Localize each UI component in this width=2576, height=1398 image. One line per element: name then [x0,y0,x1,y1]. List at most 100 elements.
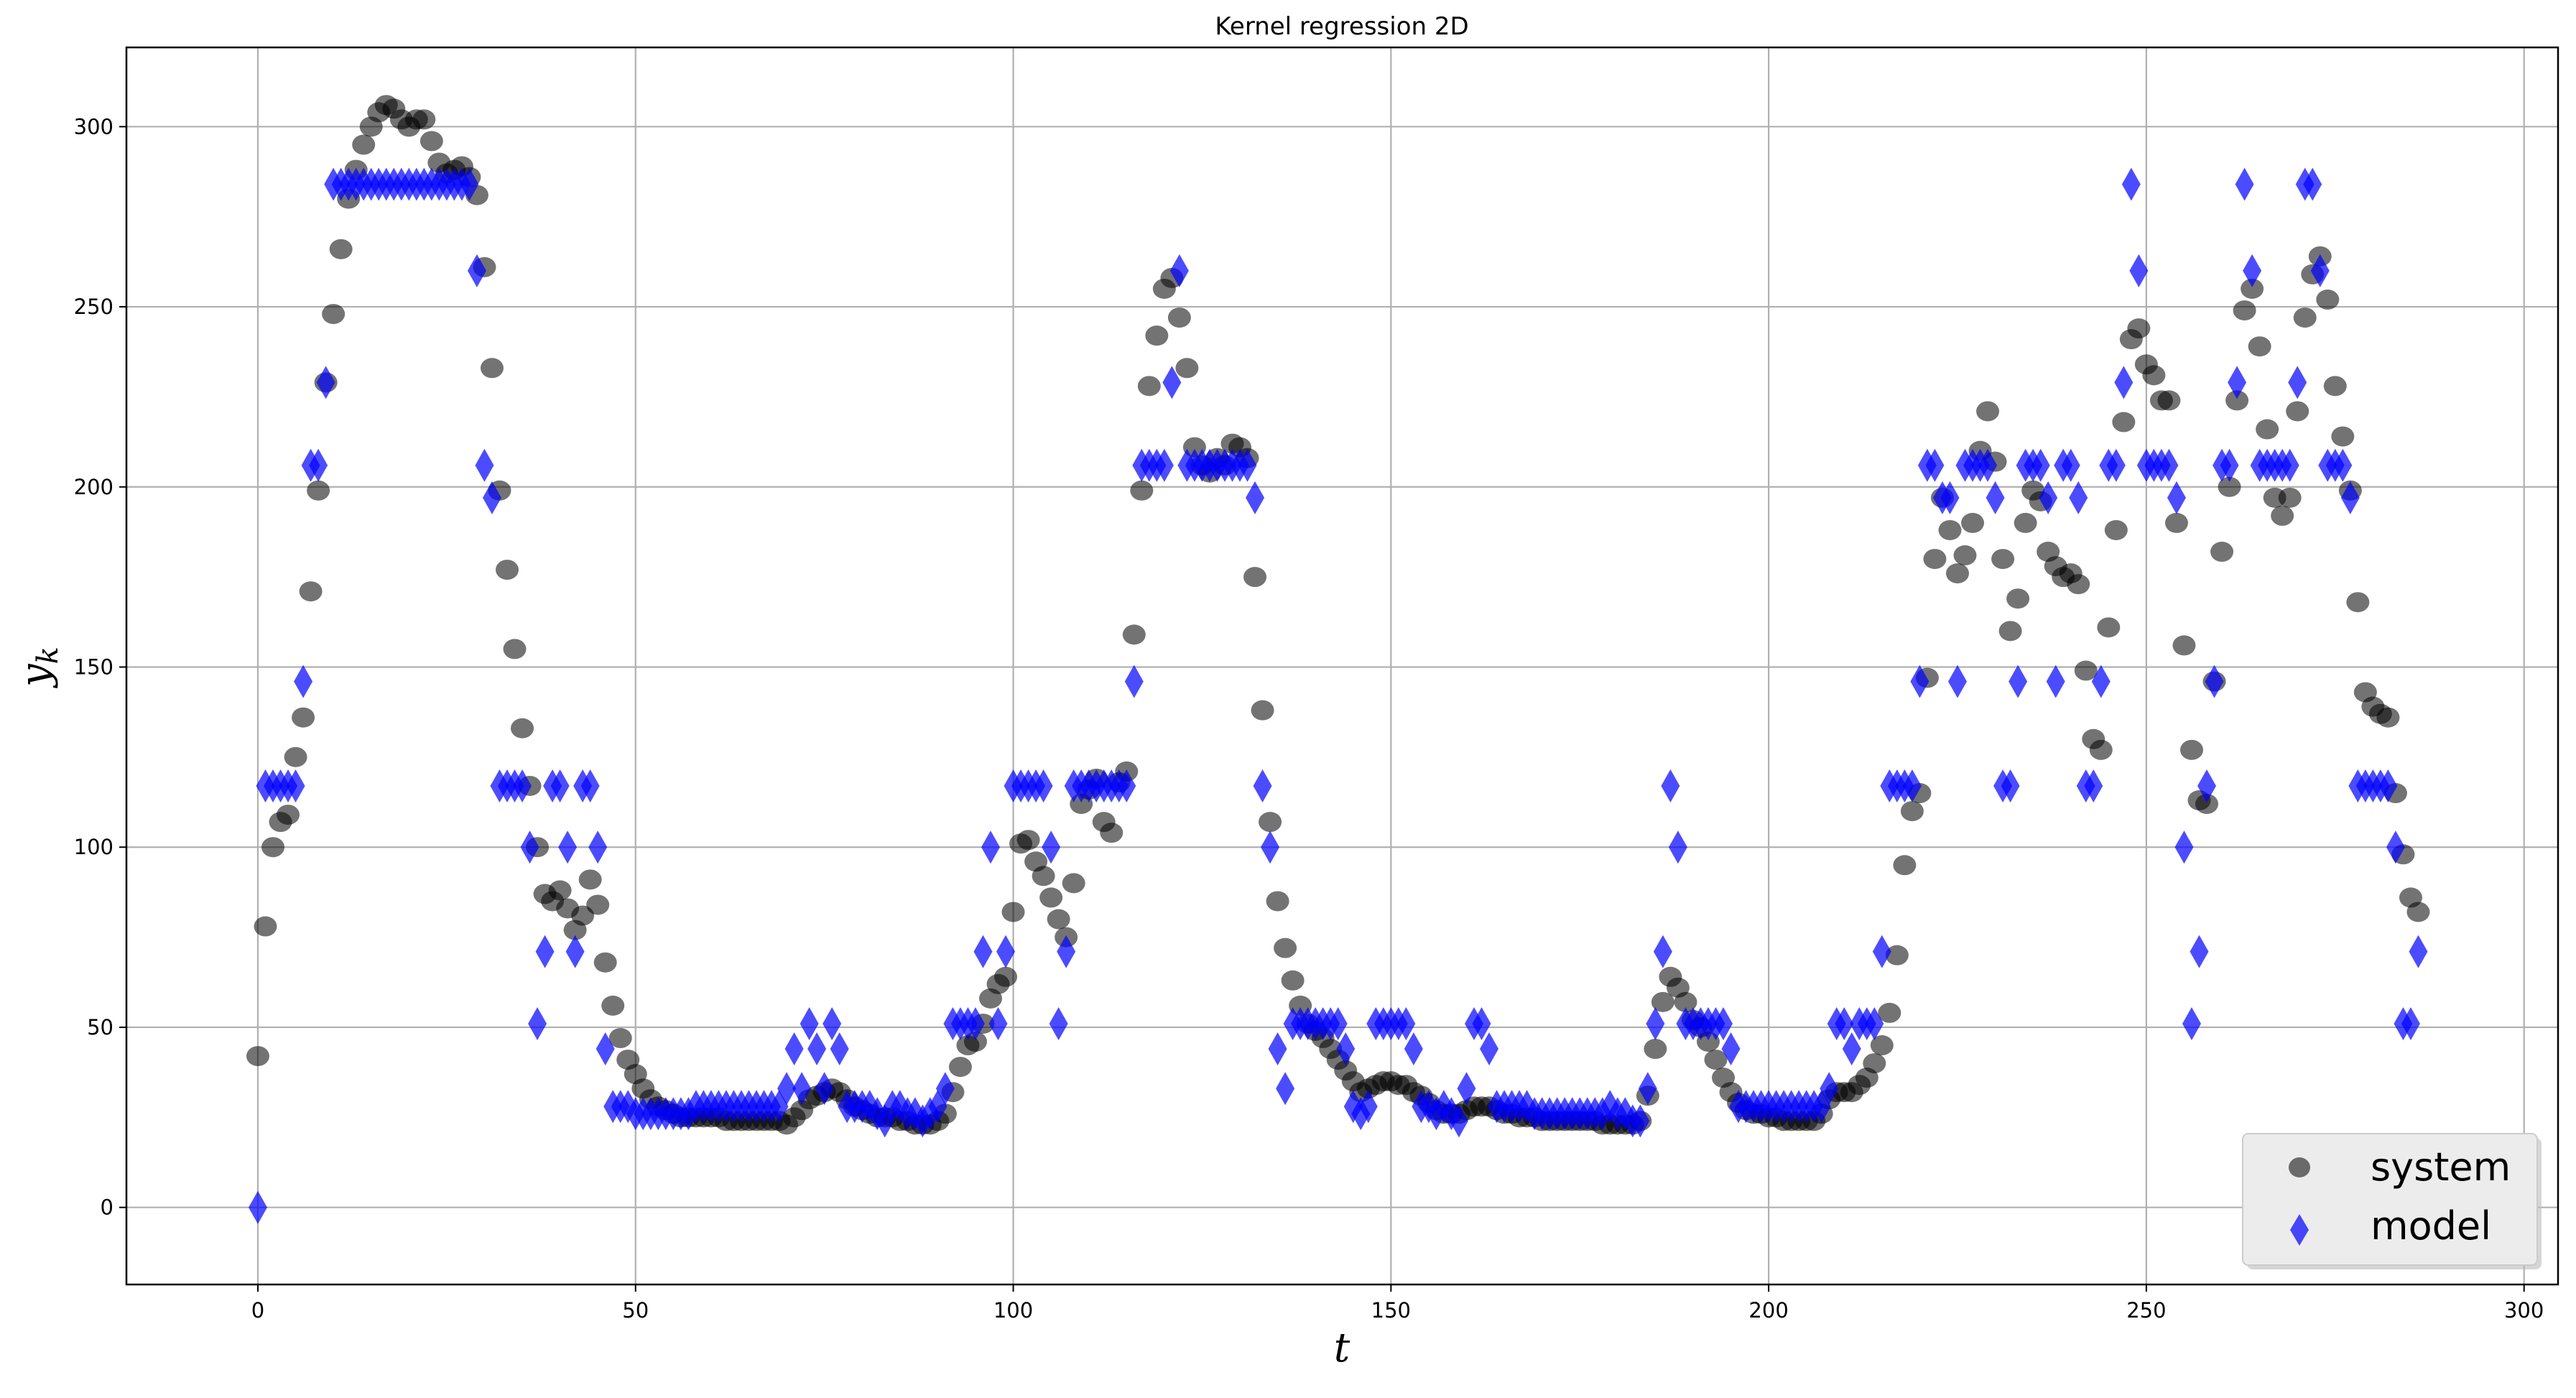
chart-title: Kernel regression 2D [1215,12,1468,41]
model-point [2121,167,2141,201]
model-point [1668,830,1687,864]
model-point [2046,665,2065,698]
model-point [520,830,539,864]
system-point [1998,621,2022,642]
y-tick-label: 50 [87,1015,113,1040]
system-point [2376,707,2400,728]
system-point [1991,549,2015,570]
model-point [316,366,335,399]
model-point [2174,830,2194,864]
system-point [586,894,610,915]
y-axis-label: yk [12,647,65,689]
x-tick-label: 100 [993,1298,1033,1323]
system-point [1938,519,1962,540]
model-point [1872,935,1891,968]
model-point [528,1006,547,1040]
model-point [1268,1032,1287,1066]
y-tick-label: 150 [74,655,113,680]
model-point [1653,935,1672,968]
system-point [2233,300,2256,321]
system-point [1130,480,1154,501]
y-tick-label: 300 [74,114,113,139]
system-point [2210,542,2234,563]
model-point [2288,366,2307,399]
system-point [1137,376,1161,397]
model-point [2114,366,2133,399]
model-point [2190,935,2209,968]
model-point [1276,1072,1295,1106]
x-tick-label: 300 [2504,1298,2544,1323]
kernel-regression-chart: Kernel regression 2D 0 50 100 150 200 250 300 … [12,12,2559,1371]
model-point [1253,769,1272,802]
y-tick-label: 250 [74,295,113,319]
y-axis-ticks: 0 50 100 150 200 250 300 [74,114,126,1220]
system-point [2172,635,2196,656]
system-point [495,560,519,580]
system-point [1976,401,2000,422]
system-point [1251,700,1274,721]
system-point [601,995,625,1016]
system-point [1145,325,1169,346]
system-point [2014,512,2037,533]
system-point [2112,412,2136,432]
system-point [548,880,572,901]
model-point [1646,1006,1665,1040]
system-point [2248,336,2271,357]
system-point [2406,902,2430,922]
system-point [277,805,300,825]
system-point [261,837,285,858]
model-point [2009,665,2028,698]
model-point [2205,665,2224,698]
system-point [578,869,602,890]
system-point [1062,873,1085,894]
system-point [1100,823,1123,843]
system-point [1259,812,1282,833]
system-point [322,304,346,325]
system-point [2127,318,2151,339]
y-tick-label: 200 [74,475,113,499]
model-point [784,1032,804,1066]
model-point [996,935,1016,968]
model-point [2409,935,2428,968]
system-point [2346,592,2370,613]
system-point [1122,624,1146,645]
system-point [1001,902,1025,922]
system-point [2256,419,2279,440]
model-point [2129,254,2149,287]
system-point [480,358,504,379]
model-point [588,830,608,864]
system-point [1032,866,1055,887]
model-point [2182,1006,2201,1040]
system-point [948,1057,972,1078]
model-point [535,935,555,968]
system-point [1863,1053,1886,1074]
system-point [593,952,617,973]
system-point [1175,358,1199,379]
system-point [1167,307,1191,328]
grid-lines [126,47,2558,1284]
system-point [2278,487,2302,508]
x-axis-ticks: 0 50 100 150 200 250 300 [251,1284,2544,1323]
model-point [988,1006,1008,1040]
model-point [248,1190,267,1224]
system-point [2104,519,2128,540]
system-point [2323,376,2347,397]
y-tick-label: 0 [101,1195,113,1220]
system-point [2157,390,2181,411]
legend-system-label: system [2371,1144,2511,1190]
system-point [1266,891,1289,912]
system-point [2089,739,2113,760]
system-point [1016,830,1040,851]
system-point [292,707,315,728]
system-point [2286,401,2309,422]
system-point [503,639,527,659]
x-axis-label: t [1334,1325,1350,1371]
system-point [2067,574,2090,595]
system-point [2006,588,2030,609]
x-tick-label: 0 [251,1298,264,1323]
system-point [307,480,330,501]
system-point [2179,739,2203,760]
model-point [1661,769,1680,802]
system-point [2097,617,2121,638]
model-point [1049,1006,1068,1040]
